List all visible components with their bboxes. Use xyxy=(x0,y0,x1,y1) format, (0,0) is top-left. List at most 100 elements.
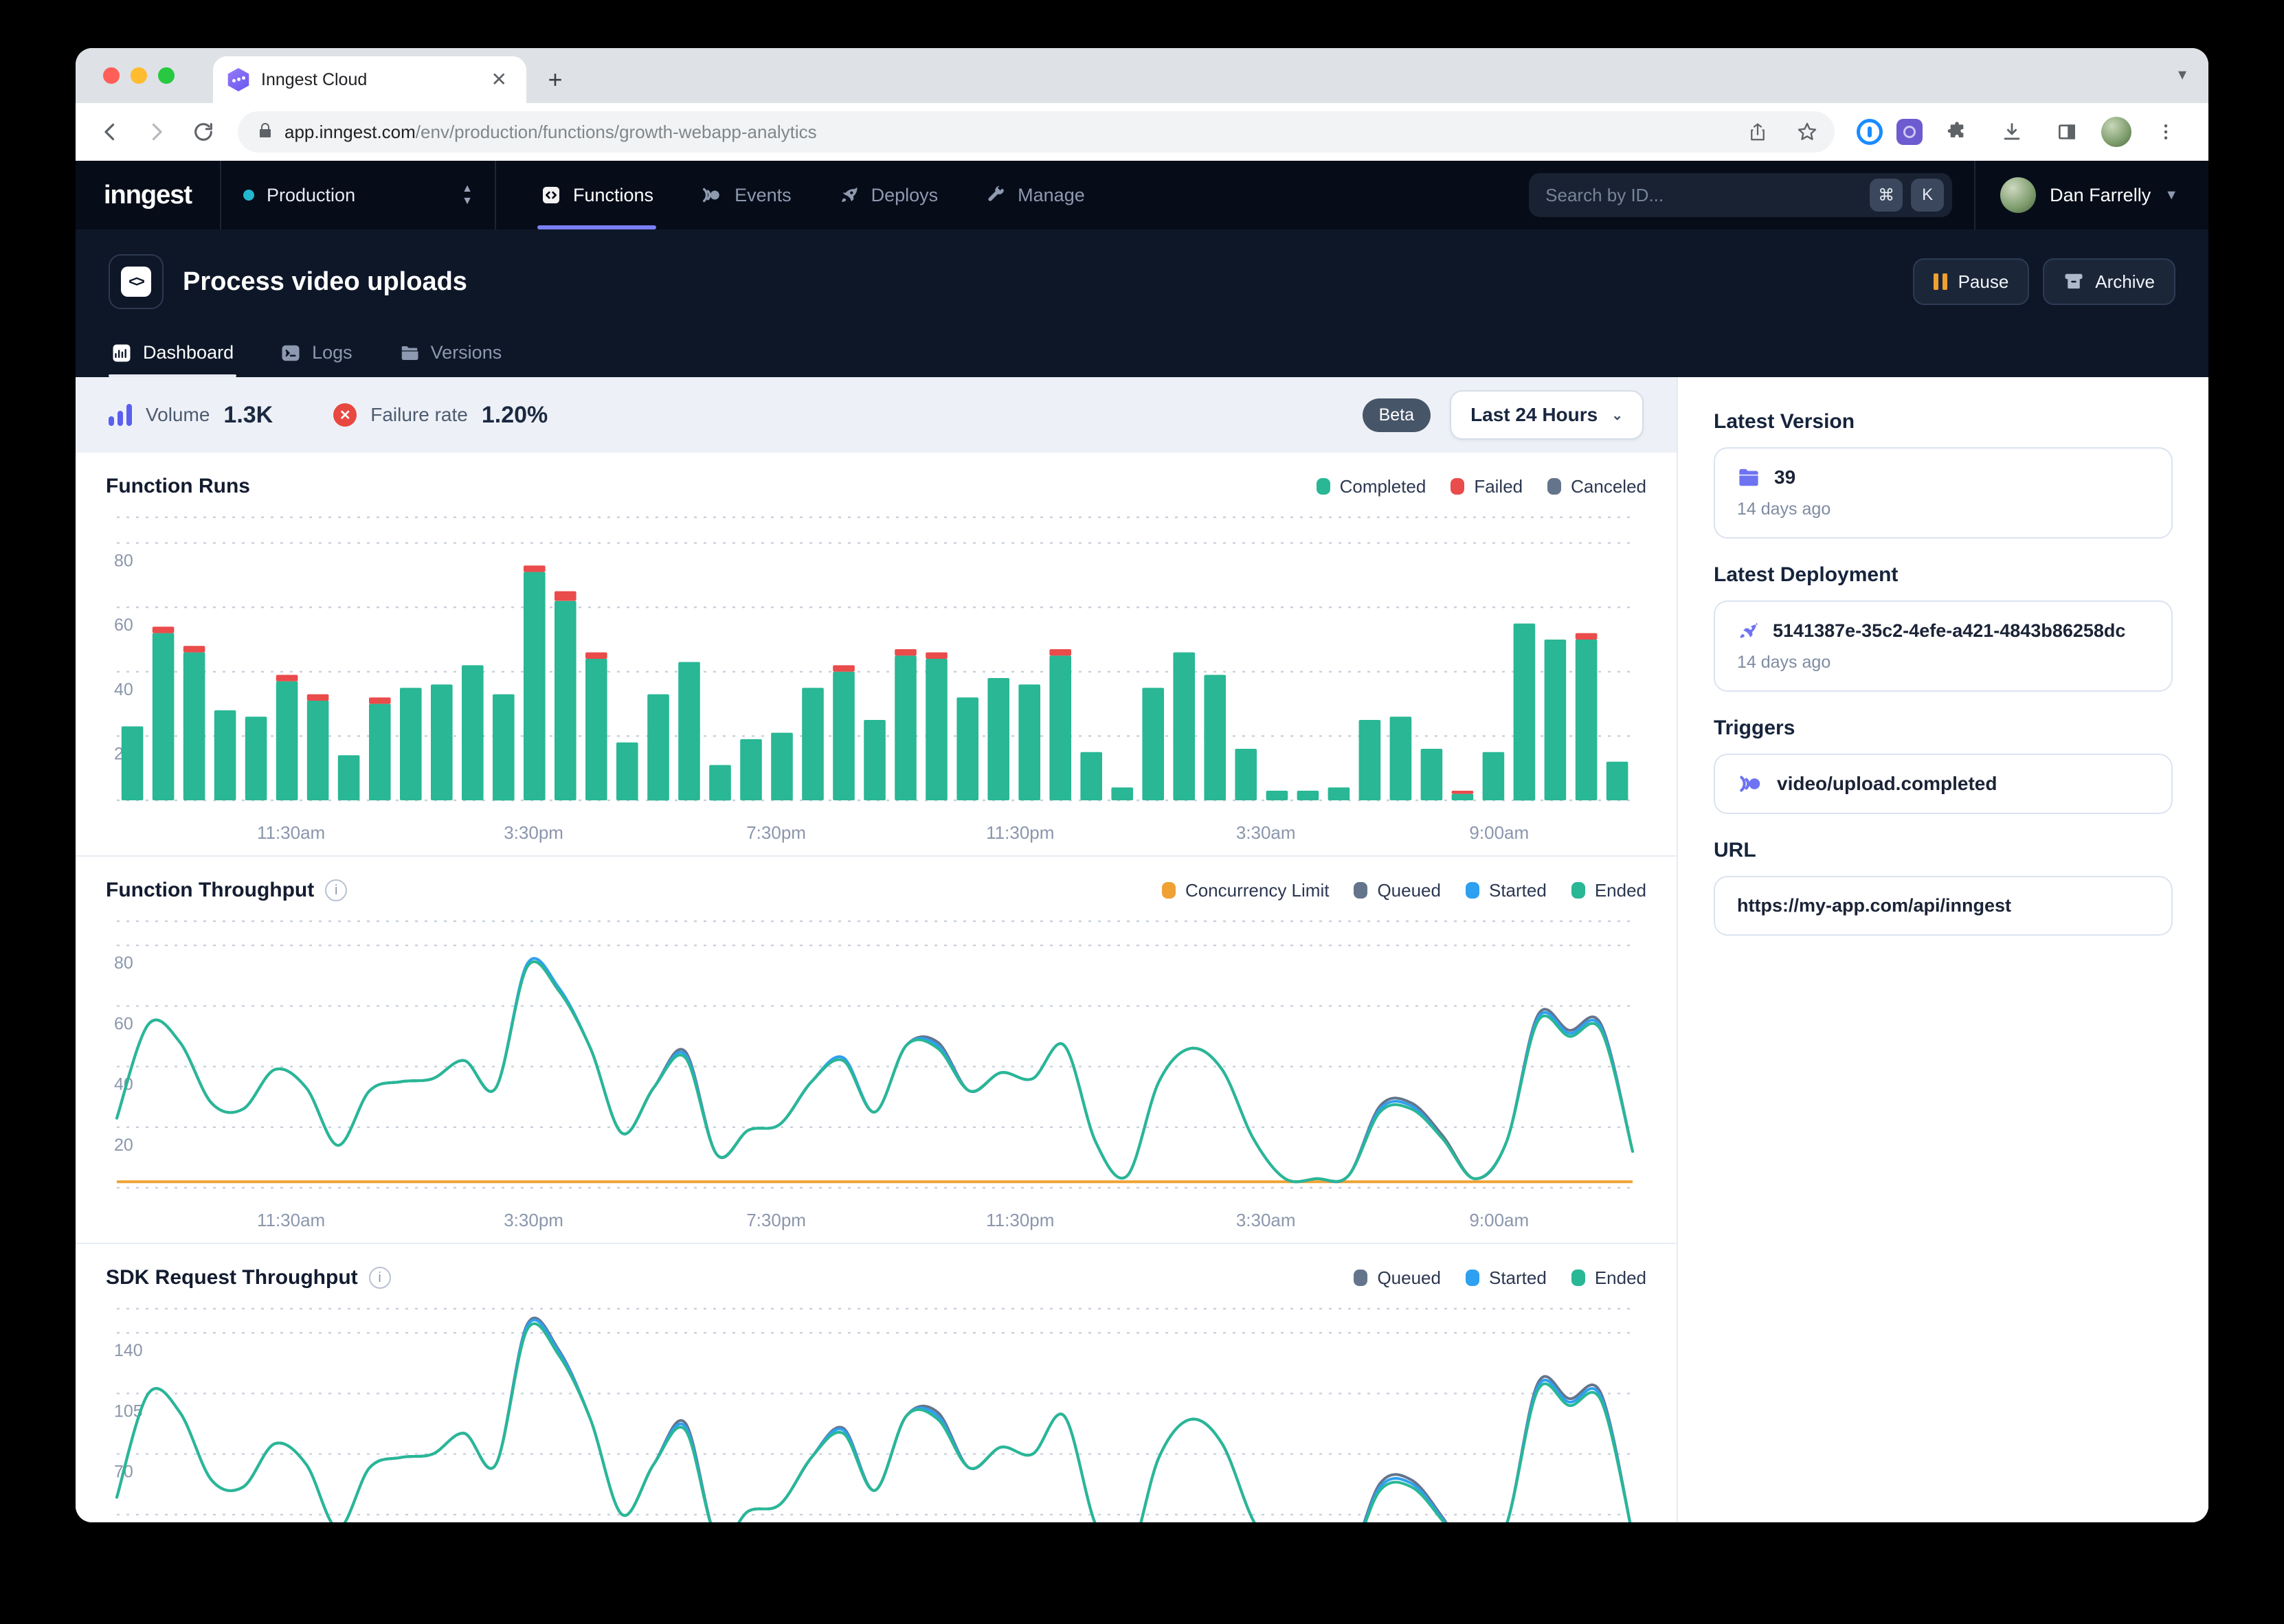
latest-version-value: 39 xyxy=(1774,466,1795,488)
svg-text:3:30pm: 3:30pm xyxy=(504,822,563,843)
svg-text:7:30pm: 7:30pm xyxy=(746,822,806,843)
bookmark-star-icon[interactable] xyxy=(1788,113,1826,151)
chevron-down-icon: ▼ xyxy=(2164,188,2178,203)
address-bar[interactable]: app.inngest.com/env/production/functions… xyxy=(238,111,1835,153)
env-switcher-chevrons-icon: ▲▼ xyxy=(462,183,473,207)
function-throughput-panel: Function Throughput i Concurrency Limit … xyxy=(76,855,1677,1243)
download-icon[interactable] xyxy=(1991,111,2033,153)
latest-deployment-time: 14 days ago xyxy=(1737,653,2149,673)
url-card[interactable]: https://my-app.com/api/inngest xyxy=(1714,876,2173,936)
legend-dot xyxy=(1466,882,1479,899)
volume-stat: Volume 1.3K xyxy=(109,402,273,429)
svg-text:80: 80 xyxy=(114,954,133,973)
latest-deployment-heading: Latest Deployment xyxy=(1714,563,2173,587)
share-icon[interactable] xyxy=(1738,113,1777,151)
purple-extension-icon[interactable] xyxy=(1896,119,1923,145)
browser-profile-avatar[interactable] xyxy=(2101,117,2131,147)
legend-item-ended[interactable]: Ended xyxy=(1571,1267,1646,1289)
inngest-logo[interactable]: inngest xyxy=(76,161,221,229)
search-input[interactable]: Search by ID... ⌘ K xyxy=(1529,173,1952,217)
nav-item-events[interactable]: Events xyxy=(681,161,811,229)
legend-item-queued[interactable]: Queued xyxy=(1354,1267,1441,1289)
app-navbar: inngest Production ▲▼ Functions Events D… xyxy=(76,161,2208,229)
nav-item-deploys[interactable]: Deploys xyxy=(819,161,958,229)
folder-icon xyxy=(399,343,420,363)
browser-menu-kebab-icon[interactable] xyxy=(2145,111,2186,153)
pause-button[interactable]: Pause xyxy=(1913,258,2030,305)
nav-item-manage[interactable]: Manage xyxy=(965,161,1104,229)
failure-rate-value: 1.20% xyxy=(482,402,548,429)
info-icon[interactable]: i xyxy=(325,879,347,901)
window-controls xyxy=(103,67,175,84)
user-menu[interactable]: Dan Farrelly ▼ xyxy=(1974,161,2208,229)
function-throughput-legend: Concurrency Limit Queued Started Ended xyxy=(1162,880,1646,901)
forward-icon[interactable] xyxy=(136,111,177,153)
function-throughput-chart[interactable]: 2040608011:30am3:30pm7:30pm11:30pm3:30am… xyxy=(106,905,1646,1240)
reload-icon[interactable] xyxy=(183,111,224,153)
tab-close-icon[interactable]: ✕ xyxy=(486,67,513,92)
code-icon xyxy=(540,184,562,206)
chart-title: Function Runs xyxy=(106,475,250,498)
tab-logs[interactable]: Logs xyxy=(278,328,355,377)
legend-dot xyxy=(1354,882,1367,899)
extensions-puzzle-icon[interactable] xyxy=(1936,111,1978,153)
legend-item-queued[interactable]: Queued xyxy=(1354,880,1441,901)
user-avatar xyxy=(2000,177,2036,213)
beta-badge: Beta xyxy=(1363,398,1431,432)
back-icon[interactable] xyxy=(89,111,131,153)
archive-icon xyxy=(2063,271,2084,292)
nav-item-functions[interactable]: Functions xyxy=(521,161,673,229)
dashboard-main: Volume 1.3K ✕ Failure rate 1.20% Beta La… xyxy=(76,377,1677,1522)
trigger-card[interactable]: video/upload.completed xyxy=(1714,754,2173,814)
legend-item-concurrency-limit[interactable]: Concurrency Limit xyxy=(1162,880,1330,901)
x-circle-icon: ✕ xyxy=(333,403,357,427)
function-runs-chart[interactable]: 2040608011:30am3:30pm7:30pm11:30pm3:30am… xyxy=(106,501,1646,853)
svg-text:11:30am: 11:30am xyxy=(257,822,325,843)
terminal-icon xyxy=(280,343,301,363)
onepassword-extension-icon[interactable] xyxy=(1857,119,1883,145)
event-trigger-icon xyxy=(1737,773,1763,795)
extensions-row xyxy=(1848,111,2195,153)
tab-versions[interactable]: Versions xyxy=(396,328,505,377)
failure-rate-label: Failure rate xyxy=(370,404,468,426)
latest-version-heading: Latest Version xyxy=(1714,410,2173,433)
minimize-window-icon[interactable] xyxy=(131,67,147,84)
archive-button[interactable]: Archive xyxy=(2043,258,2175,305)
legend-dot xyxy=(1317,478,1330,495)
url-heading: URL xyxy=(1714,839,2173,862)
new-tab-button[interactable]: + xyxy=(537,62,573,98)
sdk-request-throughput-chart[interactable]: 357010514011:30am3:30pm7:30pm11:30pm3:30… xyxy=(106,1292,1646,1522)
volume-label: Volume xyxy=(146,404,210,426)
lock-icon xyxy=(257,120,273,145)
svg-text:3:30am: 3:30am xyxy=(1236,1210,1296,1230)
function-icon: <> xyxy=(109,254,164,309)
dashboard-chart-icon xyxy=(111,343,132,363)
svg-text:11:30pm: 11:30pm xyxy=(986,822,1054,843)
tab-dashboard[interactable]: Dashboard xyxy=(109,328,236,377)
legend-item-started[interactable]: Started xyxy=(1466,1267,1547,1289)
svg-text:60: 60 xyxy=(114,1014,133,1033)
sidebar-panel-icon[interactable] xyxy=(2046,111,2087,153)
legend-item-ended[interactable]: Ended xyxy=(1571,880,1646,901)
legend-item-failed[interactable]: Failed xyxy=(1451,476,1523,497)
failure-rate-stat: ✕ Failure rate 1.20% xyxy=(333,402,548,429)
environment-switcher[interactable]: Production ▲▼ xyxy=(221,161,496,229)
zoom-window-icon[interactable] xyxy=(158,67,175,84)
tab-title: Inngest Cloud xyxy=(261,70,475,90)
svg-text:7:30pm: 7:30pm xyxy=(746,1210,806,1230)
tab-search-chevron-icon[interactable]: ▾ xyxy=(2178,65,2186,84)
latest-version-card[interactable]: 39 14 days ago xyxy=(1714,447,2173,539)
legend-dot xyxy=(1354,1270,1367,1286)
pause-icon xyxy=(1934,273,1947,290)
page-title: Process video uploads xyxy=(183,267,1894,297)
latest-deployment-card[interactable]: 5141387e-35c2-4efe-a421-4843b86258dc 14 … xyxy=(1714,600,2173,692)
legend-item-started[interactable]: Started xyxy=(1466,880,1547,901)
url-value: https://my-app.com/api/inngest xyxy=(1737,895,2011,916)
legend-item-canceled[interactable]: Canceled xyxy=(1547,476,1646,497)
time-range-dropdown[interactable]: Last 24 Hours ⌄ xyxy=(1450,390,1644,440)
browser-tab[interactable]: Inngest Cloud ✕ xyxy=(213,56,526,103)
info-icon[interactable]: i xyxy=(369,1267,391,1289)
legend-item-completed[interactable]: Completed xyxy=(1317,476,1426,497)
close-window-icon[interactable] xyxy=(103,67,120,84)
sdk-request-throughput-panel: SDK Request Throughput i Queued Started … xyxy=(76,1243,1677,1522)
